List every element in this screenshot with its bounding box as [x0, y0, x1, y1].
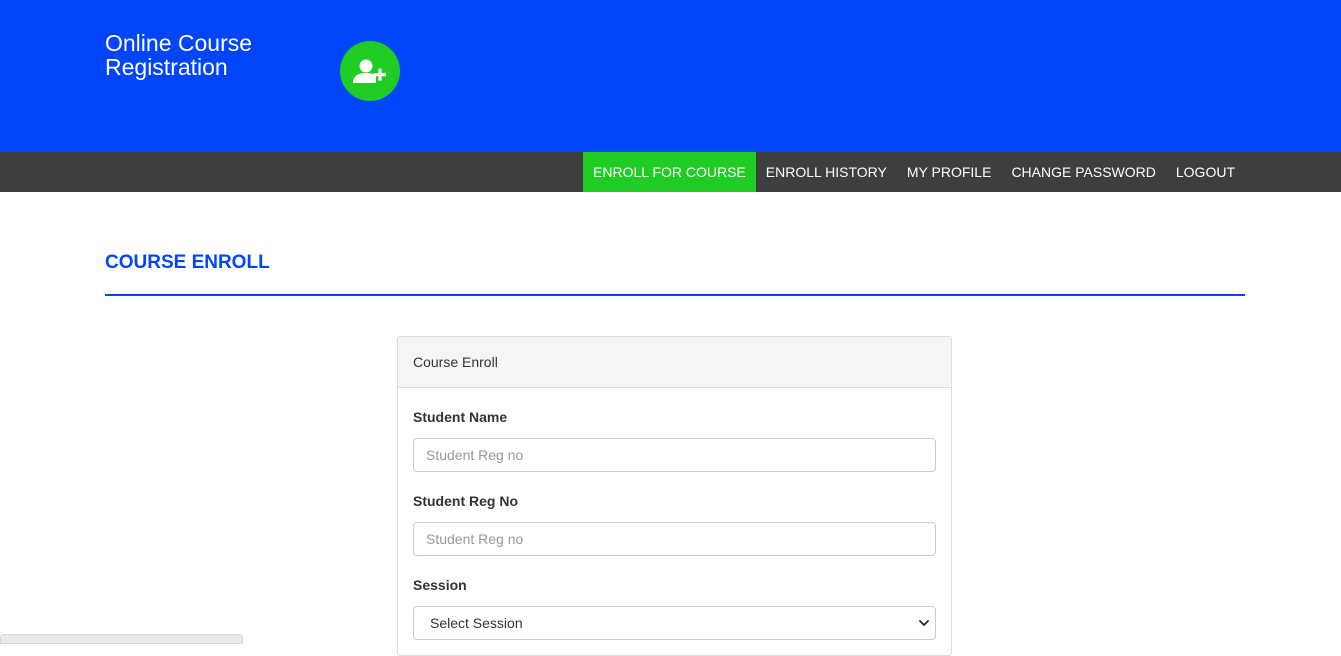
site-header: Online Course Registration	[0, 0, 1341, 152]
session-select-value: Select Session	[430, 615, 523, 631]
page-title: COURSE ENROLL	[105, 252, 270, 273]
nav-logout[interactable]: LOGOUT	[1166, 152, 1245, 192]
brand-line-2: Registration	[105, 54, 228, 80]
main-navbar: ENROLL FOR COURSE ENROLL HISTORY MY PROF…	[0, 152, 1341, 192]
student-reg-no-input[interactable]	[413, 522, 936, 556]
nav-enroll-for-course[interactable]: ENROLL FOR COURSE	[583, 152, 756, 192]
panel-heading: Course Enroll	[398, 337, 951, 388]
nav-enroll-history[interactable]: ENROLL HISTORY	[756, 152, 897, 192]
bottom-floating-tab[interactable]	[0, 634, 243, 644]
nav-change-password[interactable]: CHANGE PASSWORD	[1001, 152, 1165, 192]
nav-my-profile[interactable]: MY PROFILE	[897, 152, 1002, 192]
student-reg-no-label: Student Reg No	[413, 493, 518, 509]
site-brand[interactable]: Online Course Registration	[105, 31, 295, 79]
session-label: Session	[413, 577, 467, 593]
session-select[interactable]: Select Session	[413, 606, 936, 640]
student-name-input[interactable]	[413, 438, 936, 472]
brand-line-1: Online Course	[105, 30, 253, 56]
chevron-down-icon	[917, 607, 931, 651]
nav-menu: ENROLL FOR COURSE ENROLL HISTORY MY PROF…	[583, 152, 1245, 192]
user-plus-icon	[340, 41, 400, 101]
student-name-label: Student Name	[413, 409, 508, 425]
title-divider	[105, 294, 1245, 296]
course-enroll-panel: Course Enroll Student Name Student Reg N…	[397, 336, 952, 656]
